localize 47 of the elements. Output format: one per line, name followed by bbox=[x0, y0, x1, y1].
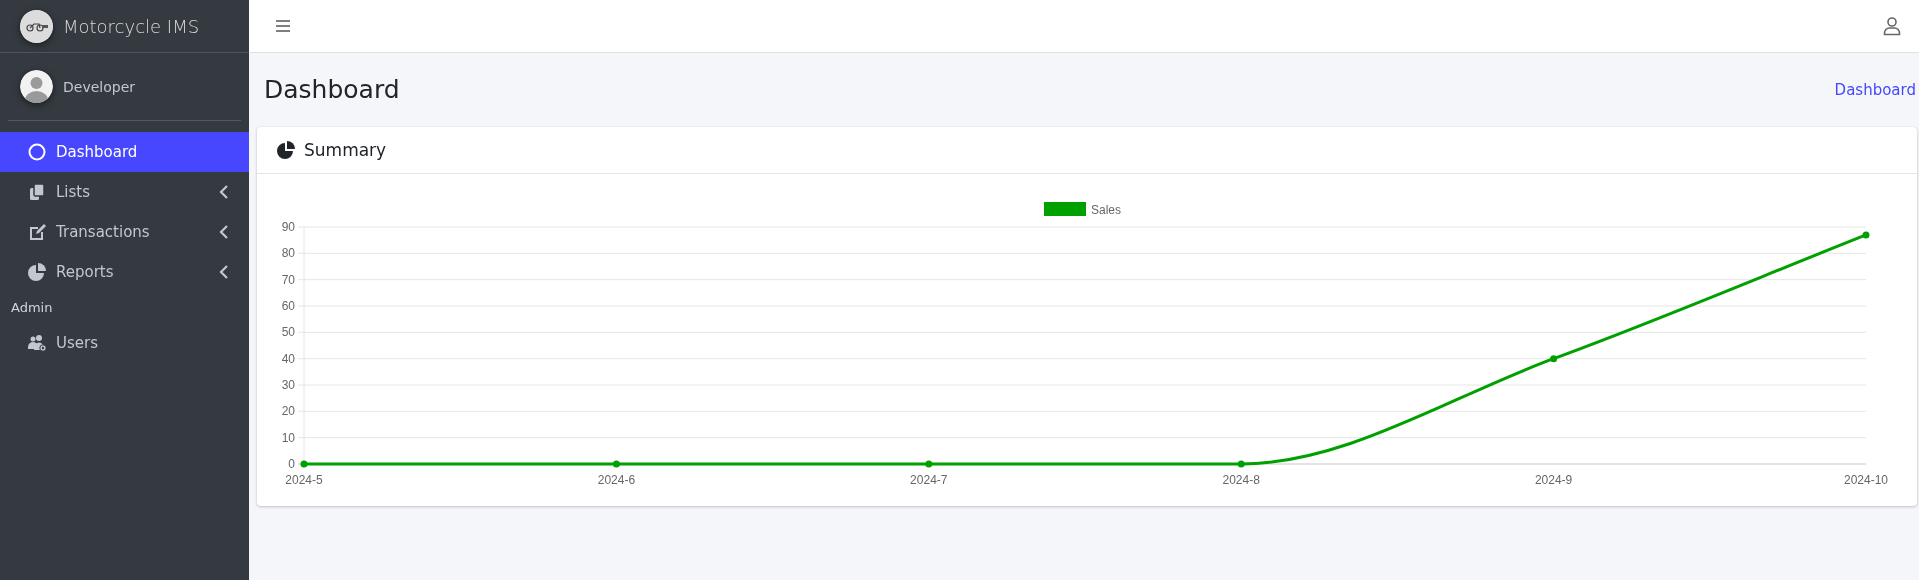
circle-icon bbox=[28, 143, 46, 161]
nav-section-header: Admin bbox=[10, 299, 54, 317]
y-tick-label: 60 bbox=[281, 299, 295, 313]
x-tick-label: 2024-6 bbox=[597, 473, 636, 487]
y-tick-label: 0 bbox=[288, 457, 295, 471]
data-point bbox=[925, 460, 933, 468]
nav-item[interactable]: Lists bbox=[0, 172, 249, 212]
data-point bbox=[1862, 231, 1870, 239]
nav-item[interactable]: Transactions bbox=[0, 212, 249, 252]
page-title: Dashboard bbox=[264, 74, 400, 106]
nav-item[interactable]: Reports bbox=[0, 252, 249, 292]
pie-chart-icon bbox=[28, 263, 46, 281]
breadcrumb-link[interactable]: Dashboard bbox=[1834, 81, 1916, 99]
y-tick-label: 30 bbox=[281, 378, 295, 392]
user-name: Developer bbox=[63, 78, 135, 95]
x-tick-label: 2024-9 bbox=[1534, 473, 1573, 487]
x-tick-label: 2024-8 bbox=[1222, 473, 1260, 487]
chevron-left-icon bbox=[219, 265, 229, 279]
x-tick-label: 2024-10 bbox=[1844, 473, 1888, 487]
x-tick-label: 2024-5 bbox=[285, 473, 323, 487]
chevron-left-icon bbox=[219, 185, 229, 199]
data-point bbox=[1237, 460, 1245, 468]
y-tick-label: 40 bbox=[281, 351, 295, 366]
menu-icon bbox=[275, 19, 291, 33]
data-point bbox=[300, 460, 308, 468]
chevron-left-icon bbox=[219, 225, 229, 239]
x-tick-label: 2024-7 bbox=[910, 473, 948, 487]
legend-label: Sales bbox=[1091, 203, 1122, 217]
pie-chart-icon bbox=[277, 141, 295, 159]
copy-icon bbox=[28, 183, 46, 201]
y-tick-label: 90 bbox=[281, 220, 295, 234]
y-tick-label: 10 bbox=[281, 430, 295, 445]
brand-title: Motorcycle IMS bbox=[63, 15, 200, 37]
y-tick-label: 70 bbox=[281, 272, 295, 287]
avatar-icon bbox=[20, 70, 53, 103]
users-gear-icon bbox=[28, 334, 46, 352]
edit-icon bbox=[28, 223, 46, 241]
nav-item[interactable]: Users bbox=[0, 323, 249, 363]
nav-item[interactable]: Dashboard bbox=[0, 132, 249, 172]
y-tick-label: 50 bbox=[281, 325, 295, 340]
logo-icon bbox=[20, 9, 53, 43]
y-tick-label: 80 bbox=[281, 246, 295, 261]
y-tick-label: 20 bbox=[281, 404, 295, 419]
data-point bbox=[1550, 355, 1558, 363]
data-point bbox=[612, 460, 620, 468]
card-title: Summary bbox=[304, 140, 387, 160]
user-icon bbox=[1883, 16, 1901, 36]
